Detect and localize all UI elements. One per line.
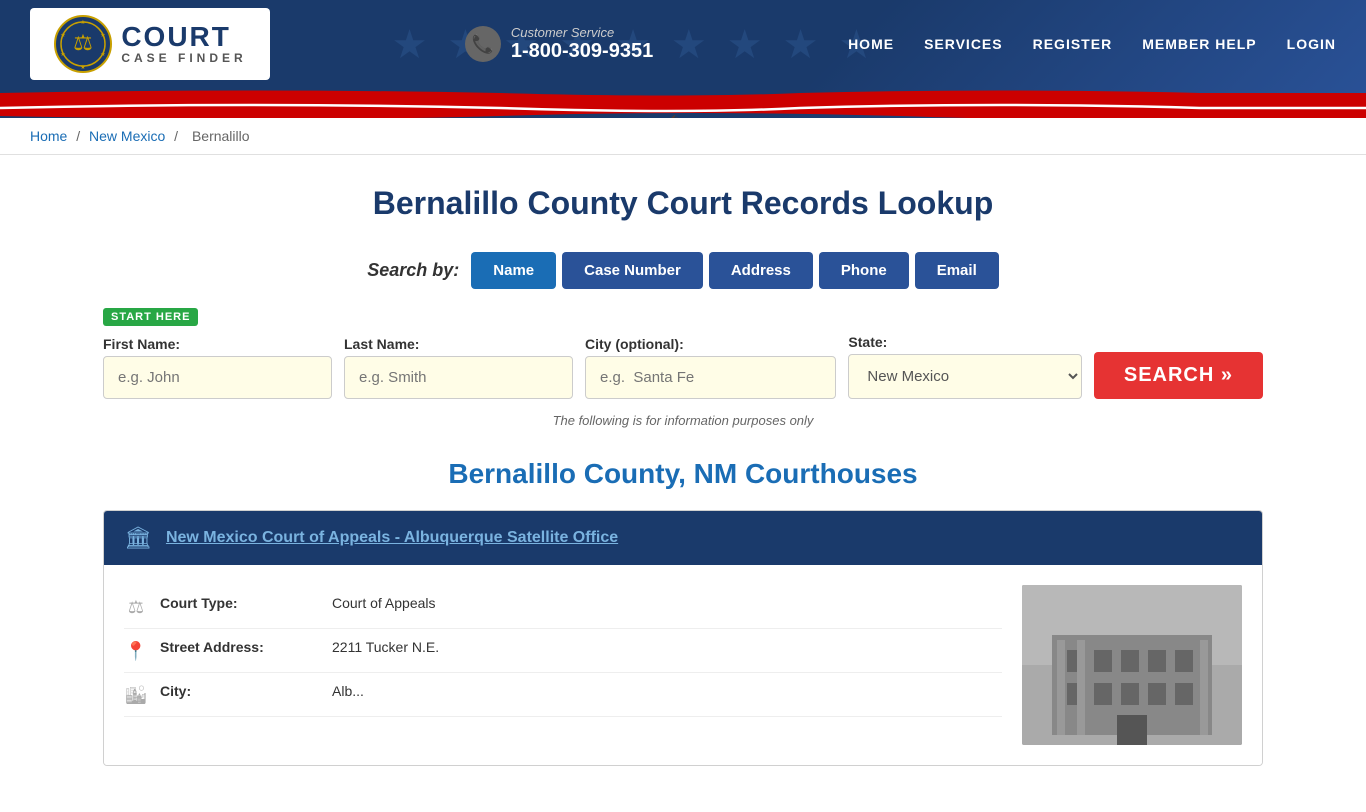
search-button[interactable]: SEARCH » (1094, 352, 1263, 399)
page-title: Bernalillo County Court Records Lookup (103, 185, 1263, 222)
city-detail-label: City: (160, 683, 320, 699)
logo-emblem-icon: ★ ★ ★ ★ ★ ★ ⚖ (53, 14, 113, 74)
nav-login[interactable]: LOGIN (1287, 36, 1336, 52)
court-type-label: Court Type: (160, 595, 320, 611)
city-detail-icon: 🏙 (124, 685, 148, 706)
svg-text:★: ★ (61, 32, 66, 39)
courthouse-name[interactable]: New Mexico Court of Appeals - Albuquerqu… (166, 529, 618, 547)
main-content: Bernalillo County Court Records Lookup S… (83, 155, 1283, 812)
first-name-input[interactable] (103, 356, 332, 399)
nav-register[interactable]: REGISTER (1033, 36, 1113, 52)
court-type-value: Court of Appeals (332, 595, 436, 611)
nav-services[interactable]: SERVICES (924, 36, 1003, 52)
last-name-label: Last Name: (344, 336, 573, 352)
breadcrumb-home[interactable]: Home (30, 128, 67, 144)
street-label: Street Address: (160, 639, 320, 655)
nav-member-help[interactable]: MEMBER HELP (1142, 36, 1256, 52)
customer-service-label: Customer Service (511, 25, 653, 40)
tab-name[interactable]: Name (471, 252, 556, 289)
city-detail-value: Alb... (332, 683, 364, 699)
nav-home[interactable]: HOME (848, 36, 894, 52)
svg-text:⚖: ⚖ (73, 30, 93, 55)
city-input[interactable] (585, 356, 836, 399)
svg-text:★: ★ (101, 32, 106, 39)
breadcrumb: Home / New Mexico / Bernalillo (0, 118, 1366, 155)
breadcrumb-sep-1: / (76, 128, 84, 144)
svg-text:★: ★ (61, 51, 66, 58)
info-note: The following is for information purpose… (103, 413, 1263, 428)
phone-icon: 📞 (465, 26, 501, 62)
street-value: 2211 Tucker N.E. (332, 639, 439, 655)
search-by-label: Search by: (367, 260, 459, 281)
court-type-row: ⚖ Court Type: Court of Appeals (124, 585, 1002, 629)
courthouses-section-title: Bernalillo County, NM Courthouses (103, 458, 1263, 490)
tab-address[interactable]: Address (709, 252, 813, 289)
search-by-row: Search by: Name Case Number Address Phon… (103, 252, 1263, 289)
last-name-input[interactable] (344, 356, 573, 399)
header-wave: 🦅 ★ ★ ★ ★ ★ ★ (0, 88, 1366, 118)
state-label: State: (848, 334, 1081, 350)
tab-case-number[interactable]: Case Number (562, 252, 703, 289)
logo-court-text: COURT (121, 23, 246, 51)
start-here-badge: START HERE (103, 308, 198, 326)
svg-text:★: ★ (81, 19, 86, 26)
svg-text:★: ★ (81, 64, 86, 71)
court-type-icon: ⚖ (124, 597, 148, 618)
courthouse-icon: 🏛 (124, 525, 152, 551)
city-field-group: City (optional): (585, 336, 836, 399)
courthouse-image-placeholder (1022, 585, 1242, 745)
svg-text:🦅: 🦅 (666, 113, 701, 118)
breadcrumb-county: Bernalillo (192, 128, 250, 144)
tab-phone[interactable]: Phone (819, 252, 909, 289)
logo-case-finder-text: CASE FINDER (121, 51, 246, 65)
site-logo[interactable]: ★ ★ ★ ★ ★ ★ ⚖ COURT CASE FINDER (30, 8, 270, 80)
customer-service-phone: 1-800-309-9351 (511, 40, 653, 63)
state-select[interactable]: New Mexico (848, 354, 1081, 399)
breadcrumb-state[interactable]: New Mexico (89, 128, 165, 144)
street-row: 📍 Street Address: 2211 Tucker N.E. (124, 629, 1002, 673)
city-label: City (optional): (585, 336, 836, 352)
state-field-group: State: New Mexico (848, 334, 1081, 399)
location-icon: 📍 (124, 641, 148, 662)
courthouse-image (1022, 585, 1242, 745)
main-nav: HOME SERVICES REGISTER MEMBER HELP LOGIN (848, 36, 1336, 52)
courthouse-card: 🏛 New Mexico Court of Appeals - Albuquer… (103, 510, 1263, 766)
first-name-field-group: First Name: (103, 336, 332, 399)
search-form: First Name: Last Name: City (optional): … (103, 334, 1263, 399)
customer-service: 📞 Customer Service 1-800-309-9351 (465, 25, 653, 63)
site-header: ★★★★★ ★★★★ ★ ★ ★ ★ ★ ★ (0, 0, 1366, 118)
tab-email[interactable]: Email (915, 252, 999, 289)
city-row: 🏙 City: Alb... (124, 673, 1002, 717)
courthouse-header: 🏛 New Mexico Court of Appeals - Albuquer… (104, 511, 1262, 565)
breadcrumb-sep-2: / (174, 128, 182, 144)
courthouse-details: ⚖ Court Type: Court of Appeals 📍 Street … (124, 585, 1002, 745)
svg-text:★: ★ (101, 51, 106, 58)
last-name-field-group: Last Name: (344, 336, 573, 399)
courthouse-body: ⚖ Court Type: Court of Appeals 📍 Street … (104, 565, 1262, 765)
first-name-label: First Name: (103, 336, 332, 352)
